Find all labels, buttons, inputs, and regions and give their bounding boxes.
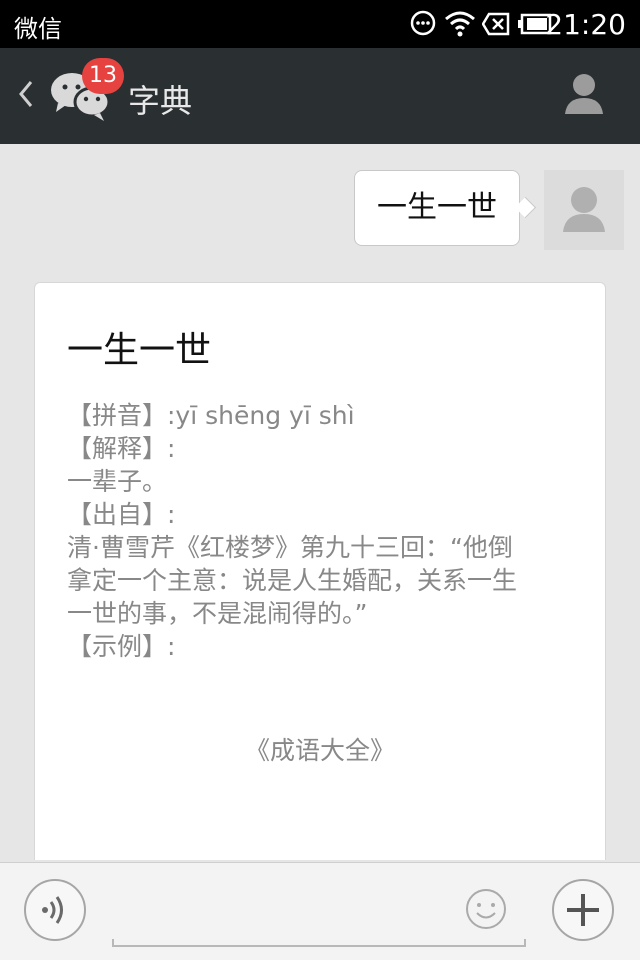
user-avatar[interactable]	[544, 170, 624, 250]
chat-title: 字典	[128, 82, 193, 120]
voice-input-button[interactable]	[24, 879, 86, 941]
card-body: 【拼音】:yī shēng yī shì 【解释】: 一辈子。 【出自】: 清·…	[67, 399, 582, 663]
plus-icon	[567, 894, 599, 926]
no-sim-icon	[482, 12, 510, 36]
card-line: 【出自】:	[67, 500, 176, 529]
card-title: 一生一世	[67, 330, 212, 371]
chat-header: 13 字典	[0, 48, 640, 144]
person-icon[interactable]	[564, 72, 604, 116]
card-line: 一世的事，不是混闹得的。”	[67, 599, 368, 628]
voice-input-icon	[42, 896, 63, 924]
unread-badge: 13	[82, 58, 124, 94]
status-app-name: 微信	[14, 15, 62, 43]
dictionary-card[interactable]: 一生一世 【拼音】:yī shēng yī shì 【解释】: 一辈子。 【出自…	[34, 282, 606, 860]
chat-area[interactable]: 一生一世 一生一世 【拼音】:yī shēng yī shì 【解释】: 一辈子…	[0, 144, 640, 860]
input-bar	[0, 862, 640, 960]
card-line: 【示例】:	[67, 632, 176, 661]
wifi-icon	[445, 11, 475, 37]
status-time: 21:20	[545, 8, 626, 41]
card-line: 拿定一个主意：说是人生婚配，关系一生	[67, 566, 518, 595]
status-bar: 微信 21:20	[0, 0, 640, 48]
emoji-icon[interactable]	[464, 887, 508, 931]
card-line: 一辈子。	[67, 467, 168, 496]
card-line: 【解释】:	[67, 434, 176, 463]
card-source: 《成语大全》	[244, 736, 395, 765]
back-chevron-icon[interactable]	[16, 74, 36, 114]
message-icon	[410, 10, 436, 36]
card-line: 清·曹雪芹《红楼梦》第九十三回：“他倒	[67, 533, 513, 562]
more-options-button[interactable]	[552, 879, 614, 941]
card-line: 【拼音】:yī shēng yī shì	[67, 401, 355, 430]
person-icon	[563, 187, 605, 232]
text-input-field[interactable]	[112, 939, 526, 947]
sent-message-bubble[interactable]: 一生一世	[354, 170, 520, 246]
